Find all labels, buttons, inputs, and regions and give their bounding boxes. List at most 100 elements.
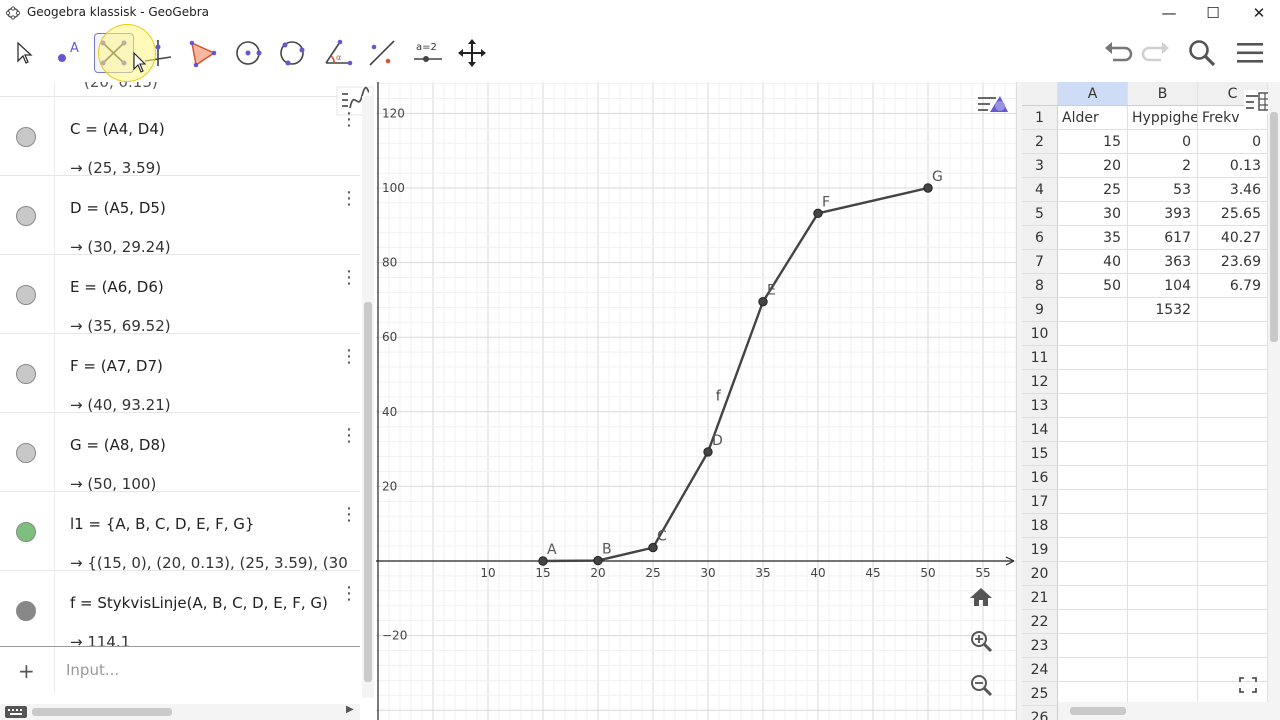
row-header[interactable]: 16: [1022, 466, 1058, 490]
visibility-toggle[interactable]: [16, 601, 36, 621]
spreadsheet-cell[interactable]: [1198, 562, 1268, 586]
row-header[interactable]: 22: [1022, 610, 1058, 634]
algebra-input-field[interactable]: Input...: [66, 661, 119, 679]
row-header[interactable]: 6: [1022, 226, 1058, 250]
spreadsheet-cell[interactable]: 40.27: [1198, 226, 1268, 250]
algebra-definition[interactable]: D = (A5, D5): [70, 199, 166, 217]
column-header[interactable]: A: [1058, 82, 1128, 106]
close-window-button[interactable]: ✕: [1236, 0, 1280, 26]
row-header[interactable]: 5: [1022, 202, 1058, 226]
spreadsheet-cell[interactable]: 23.69: [1198, 250, 1268, 274]
row-header[interactable]: 18: [1022, 514, 1058, 538]
spreadsheet-cell[interactable]: [1058, 418, 1128, 442]
spreadsheet-cell[interactable]: [1058, 346, 1128, 370]
input-bar[interactable]: + Input...: [0, 646, 360, 693]
algebra-row[interactable]: D = (A5, D5) → (30, 29.24) ⋮: [0, 175, 360, 256]
spreadsheet-cell[interactable]: [1198, 610, 1268, 634]
spreadsheet-cell[interactable]: [1058, 490, 1128, 514]
spreadsheet-cell[interactable]: 617: [1128, 226, 1198, 250]
main-menu-button[interactable]: [1230, 33, 1270, 73]
redo-button[interactable]: [1136, 33, 1176, 73]
algebra-definition[interactable]: G = (A8, D8): [70, 436, 166, 454]
spreadsheet-cell[interactable]: [1128, 610, 1198, 634]
spreadsheet-cell[interactable]: [1058, 562, 1128, 586]
row-header[interactable]: 10: [1022, 322, 1058, 346]
more-options-icon[interactable]: ⋮: [340, 506, 358, 526]
visibility-toggle[interactable]: [16, 364, 36, 384]
spreadsheet-cell[interactable]: [1128, 490, 1198, 514]
more-options-icon[interactable]: ⋮: [340, 111, 358, 131]
spreadsheet-cell[interactable]: Alder: [1058, 106, 1128, 130]
row-header[interactable]: 25: [1022, 682, 1058, 706]
spreadsheet-cell[interactable]: Hyppighe: [1128, 106, 1198, 130]
spreadsheet-cell[interactable]: [1058, 634, 1128, 658]
spreadsheet-cell[interactable]: 3.46: [1198, 178, 1268, 202]
spreadsheet-cell[interactable]: 50: [1058, 274, 1128, 298]
column-header[interactable]: B: [1128, 82, 1198, 106]
row-header[interactable]: 19: [1022, 538, 1058, 562]
row-header[interactable]: 11: [1022, 346, 1058, 370]
spreadsheet-cell[interactable]: 0.13: [1198, 154, 1268, 178]
spreadsheet-cell[interactable]: 30: [1058, 202, 1128, 226]
row-header[interactable]: 24: [1022, 658, 1058, 682]
row-header[interactable]: 23: [1022, 634, 1058, 658]
spreadsheet-cell[interactable]: [1058, 538, 1128, 562]
spreadsheet-cell[interactable]: [1128, 562, 1198, 586]
algebra-definition[interactable]: E = (A6, D6): [70, 278, 164, 296]
graphics-style-bar-icon[interactable]: [976, 88, 1010, 118]
spreadsheet-cell[interactable]: 0: [1128, 130, 1198, 154]
spreadsheet-cell[interactable]: [1058, 442, 1128, 466]
algebra-scroll-thumb[interactable]: [364, 302, 372, 682]
spreadsheet-cell[interactable]: [1058, 514, 1128, 538]
spreadsheet-cell[interactable]: 2: [1128, 154, 1198, 178]
spreadsheet-horizontal-scrollbar[interactable]: [1058, 702, 1280, 720]
spreadsheet-cell[interactable]: [1128, 658, 1198, 682]
polygon-tool-button[interactable]: [94, 33, 134, 73]
spreadsheet-cell[interactable]: 393: [1128, 202, 1198, 226]
more-options-icon[interactable]: ⋮: [340, 427, 358, 447]
algebra-row[interactable]: C = (A4, D4) → (25, 3.59) ⋮: [0, 96, 360, 177]
row-header[interactable]: 8: [1022, 274, 1058, 298]
algebra-definition[interactable]: F = (A7, D7): [70, 357, 163, 375]
spreadsheet-cell[interactable]: [1128, 466, 1198, 490]
spreadsheet-cell[interactable]: [1058, 298, 1128, 322]
spreadsheet-cell[interactable]: [1198, 370, 1268, 394]
spreadsheet-cell[interactable]: [1128, 586, 1198, 610]
minimize-button[interactable]: —: [1146, 0, 1192, 26]
spreadsheet-cell[interactable]: 6.79: [1198, 274, 1268, 298]
slider-tool-button[interactable]: a=2: [408, 33, 448, 73]
row-header[interactable]: 4: [1022, 178, 1058, 202]
spreadsheet-cell[interactable]: [1058, 658, 1128, 682]
spreadsheet-cell[interactable]: [1198, 466, 1268, 490]
spreadsheet-cell[interactable]: 104: [1128, 274, 1198, 298]
visibility-toggle[interactable]: [16, 127, 36, 147]
row-header[interactable]: 12: [1022, 370, 1058, 394]
spreadsheet-cell[interactable]: [1198, 322, 1268, 346]
more-options-icon[interactable]: ⋮: [340, 190, 358, 210]
algebra-definition[interactable]: f = StykvisLinje(A, B, C, D, E, F, G): [70, 594, 328, 612]
algebra-hscroll-thumb[interactable]: [32, 708, 172, 716]
spreadsheet-cell[interactable]: 1532: [1128, 298, 1198, 322]
spreadsheet-cell[interactable]: 15: [1058, 130, 1128, 154]
maximize-button[interactable]: ☐: [1190, 0, 1236, 26]
spreadsheet-cell[interactable]: 53: [1128, 178, 1198, 202]
spreadsheet-cell[interactable]: [1198, 538, 1268, 562]
spreadsheet-cell[interactable]: [1198, 586, 1268, 610]
spreadsheet-cell[interactable]: [1058, 394, 1128, 418]
algebra-row[interactable]: F = (A7, D7) → (40, 93.21) ⋮: [0, 333, 360, 414]
spreadsheet-cell[interactable]: 25.65: [1198, 202, 1268, 226]
algebra-row[interactable]: l1 = {A, B, C, D, E, F, G} → {(15, 0), (2…: [0, 491, 360, 572]
spreadsheet-cell[interactable]: [1128, 322, 1198, 346]
point-tool-button[interactable]: A: [48, 33, 88, 73]
spreadsheet-cell[interactable]: 40: [1058, 250, 1128, 274]
spreadsheet-cell[interactable]: [1198, 346, 1268, 370]
move-tool-button[interactable]: [4, 33, 44, 73]
spreadsheet-cell[interactable]: 20: [1058, 154, 1128, 178]
reflect-tool-button[interactable]: [362, 33, 402, 73]
spreadsheet-cell[interactable]: 363: [1128, 250, 1198, 274]
spreadsheet-cell[interactable]: [1128, 634, 1198, 658]
zoom-out-icon[interactable]: [968, 672, 994, 698]
spreadsheet-cell[interactable]: [1198, 298, 1268, 322]
algebra-row[interactable]: G = (A8, D8) → (50, 100) ⋮: [0, 412, 360, 493]
spreadsheet-cell[interactable]: [1058, 322, 1128, 346]
